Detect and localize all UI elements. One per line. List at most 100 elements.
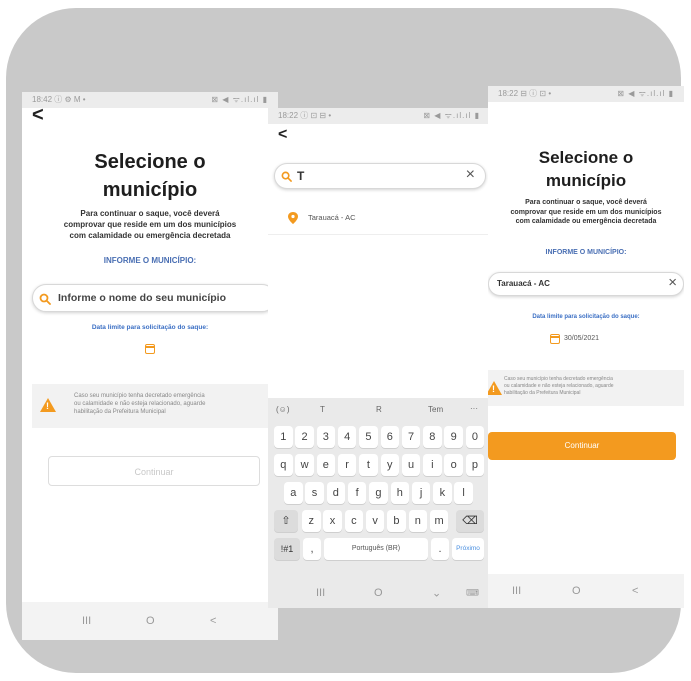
recent-apps-button[interactable]: III [512, 585, 521, 597]
key-f[interactable]: f [347, 482, 367, 504]
description-line-2: comprovar que reside em um dos município… [510, 208, 662, 216]
next-key[interactable]: Próximo [452, 538, 484, 560]
status-icons: ⊠ ◀ ᯤ.ıl.ıl ▮ [211, 95, 268, 104]
key-3[interactable]: 3 [316, 426, 336, 448]
android-nav-bar: III O < [488, 574, 684, 608]
key-r[interactable]: r [337, 454, 357, 476]
key-6[interactable]: 6 [380, 426, 399, 448]
key-z[interactable]: z [302, 510, 321, 532]
screen-select-municipality-empty: 18:42 ⓘ ⚙ M • ⊠ ◀ ᯤ.ıl.ıl ▮ < Selecione … [22, 92, 278, 640]
page-title: Selecione o município [488, 146, 684, 192]
emoji-icon[interactable]: (☺) [276, 405, 290, 414]
suggestion-3[interactable]: Tem [428, 405, 443, 414]
search-value: T [297, 169, 305, 183]
key-l[interactable]: l [454, 482, 473, 504]
recent-apps-button[interactable]: III [316, 587, 325, 599]
location-pin-icon [288, 212, 298, 224]
key-w[interactable]: w [295, 454, 314, 476]
suggestion-2[interactable]: R [376, 405, 382, 414]
key-v[interactable]: v [365, 510, 385, 532]
back-button[interactable]: < [278, 126, 287, 144]
search-placeholder: Informe o nome do seu município [58, 292, 227, 304]
status-bar: 18:22 ⊟ ⓘ ⊡ • ⊠ ◀ ᯤ.ıl.ıl ▮ [488, 86, 684, 102]
key-y[interactable]: y [380, 454, 399, 476]
key-j[interactable]: j [411, 482, 431, 504]
key-0[interactable]: 0 [465, 426, 485, 448]
key-c[interactable]: c [344, 510, 364, 532]
key-n[interactable]: n [408, 510, 427, 532]
back-button[interactable]: < [32, 104, 44, 127]
page-title: Selecione o município [22, 148, 278, 204]
home-button[interactable]: O [374, 587, 383, 599]
warning-line-2: ou calamidade e não esteja relacionado, … [504, 383, 614, 389]
key-7[interactable]: 7 [401, 426, 421, 448]
status-time: 18:42 ⓘ ⚙ M • [32, 95, 86, 104]
clear-icon[interactable]: × [466, 166, 475, 184]
search-icon [39, 293, 51, 305]
hide-keyboard-button[interactable]: ⌄ [432, 587, 441, 600]
key-5[interactable]: 5 [359, 426, 378, 448]
key-h[interactable]: h [390, 482, 409, 504]
key-8[interactable]: 8 [423, 426, 442, 448]
key-b[interactable]: b [387, 510, 406, 532]
space-key[interactable]: Português (BR) [324, 538, 428, 560]
title-line-1: Selecione o [94, 151, 206, 173]
municipality-selected-field[interactable]: Tarauacá - AC × [488, 272, 684, 296]
key-a[interactable]: a [284, 482, 303, 504]
virtual-keyboard: (☺) T R Tem ··· 1234567890 qwertyuiop asdf… [268, 398, 490, 578]
warning-box: ! Caso seu município tenha decretado eme… [32, 384, 276, 428]
inform-municipality-label: INFORME O MUNICÍPIO: [103, 256, 197, 265]
key-4[interactable]: 4 [337, 426, 357, 448]
key-t[interactable]: t [359, 454, 378, 476]
suggestion-1[interactable]: T [320, 405, 325, 414]
key-p[interactable]: p [465, 454, 485, 476]
description: Para continuar o saque, você deverá comp… [488, 198, 684, 227]
nav-back-button[interactable]: < [210, 615, 216, 627]
key-1[interactable]: 1 [274, 426, 293, 448]
date-limit-label: Data limite para solicitação do saque: [532, 314, 640, 320]
key-x[interactable]: x [323, 510, 342, 532]
key-9[interactable]: 9 [444, 426, 463, 448]
description: Para continuar o saque, você deverá comp… [28, 208, 272, 241]
key-s[interactable]: s [305, 482, 324, 504]
backspace-key[interactable]: ⌫ [456, 510, 484, 532]
search-result-item[interactable]: Tarauacá - AC [268, 204, 490, 235]
calendar-icon[interactable] [145, 344, 155, 354]
home-button[interactable]: O [146, 615, 155, 627]
period-key[interactable]: . [431, 538, 449, 560]
key-e[interactable]: e [316, 454, 336, 476]
home-button[interactable]: O [572, 585, 581, 597]
description-line-2: comprovar que reside em um dos município… [63, 220, 237, 229]
calendar-icon[interactable] [550, 334, 560, 344]
key-m[interactable]: m [429, 510, 449, 532]
key-d[interactable]: d [326, 482, 346, 504]
key-u[interactable]: u [401, 454, 421, 476]
key-2[interactable]: 2 [295, 426, 314, 448]
municipality-search-field[interactable]: Informe o nome do seu município [32, 284, 276, 312]
shift-key[interactable]: ⇧ [274, 510, 298, 532]
key-i[interactable]: i [423, 454, 442, 476]
clear-icon[interactable]: × [668, 274, 677, 291]
warning-icon: ! [40, 398, 56, 412]
symbols-key[interactable]: !#1 [274, 538, 300, 560]
status-bar: 18:42 ⓘ ⚙ M • ⊠ ◀ ᯤ.ıl.ıl ▮ [22, 92, 278, 108]
key-k[interactable]: k [433, 482, 452, 504]
title-line-2: município [545, 171, 627, 190]
municipality-search-input[interactable]: T × [274, 163, 486, 189]
status-bar: 18:22 ⓘ ⊡ ⊟ • ⊠ ◀ ᯤ.ıl.ıl ▮ [268, 108, 490, 124]
continue-button-disabled[interactable]: Continuar [48, 456, 260, 486]
more-suggestions-icon[interactable]: ··· [470, 404, 478, 413]
description-line-3: com calamidade ou emergência decretada [515, 218, 657, 225]
key-q[interactable]: q [274, 454, 293, 476]
key-o[interactable]: o [444, 454, 463, 476]
selected-value: Tarauacá - AC [497, 279, 550, 288]
date-limit-label: Data limite para solicitação do saque: [91, 324, 209, 331]
keyboard-icon[interactable]: ⌨ [466, 588, 479, 599]
comma-key[interactable]: , [303, 538, 321, 560]
continue-button[interactable]: Continuar [488, 432, 676, 460]
date-value: 30/05/2021 [564, 335, 600, 342]
key-g[interactable]: g [369, 482, 388, 504]
recent-apps-button[interactable]: III [82, 615, 91, 627]
status-icons: ⊠ ◀ ᯤ.ıl.ıl ▮ [423, 111, 480, 120]
nav-back-button[interactable]: < [632, 585, 638, 597]
